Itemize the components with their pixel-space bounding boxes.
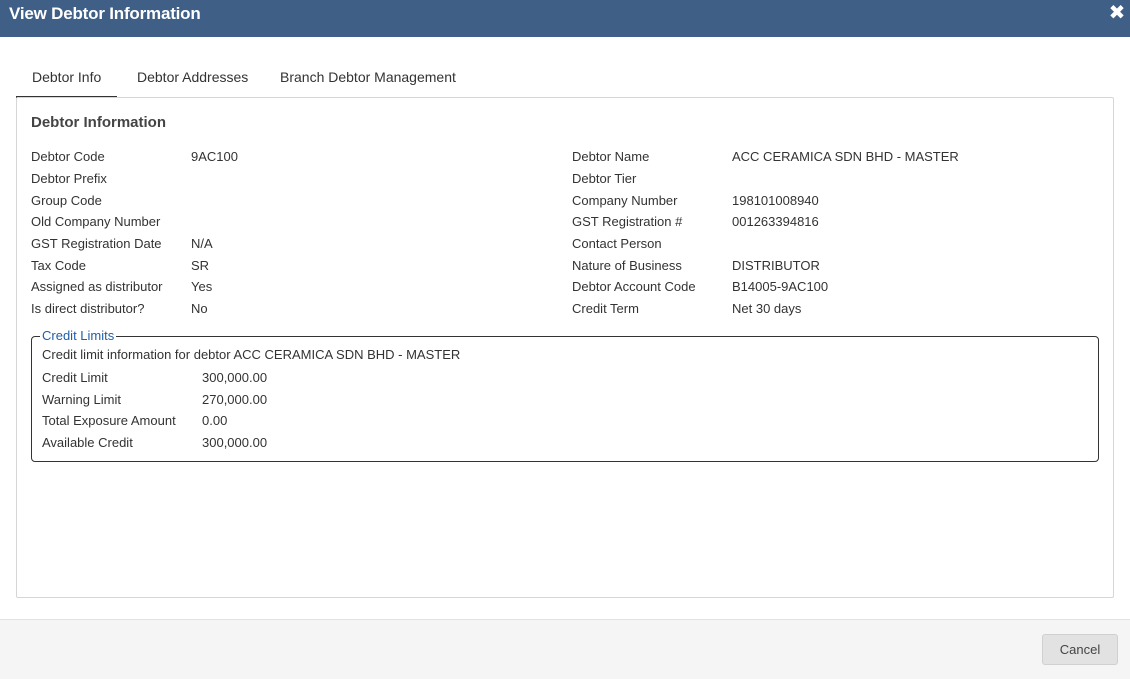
field-label-assigned-as-distributor: Assigned as distributor <box>31 279 163 294</box>
field-label-is-direct-distributor: Is direct distributor? <box>31 301 145 316</box>
field-value-gst-registration-date: N/A <box>191 236 213 251</box>
field-value-warning-limit: 270,000.00 <box>202 392 268 407</box>
field-value-credit-limit: 300,000.00 <box>202 370 268 385</box>
dialog-footer <box>0 619 1130 679</box>
section-title: Debtor Information <box>31 114 166 131</box>
tab-debtor-info[interactable]: Debtor Info <box>16 58 118 98</box>
field-value-assigned-as-distributor: Yes <box>191 279 213 294</box>
field-label-debtor-tier: Debtor Tier <box>572 171 637 186</box>
cancel-button[interactable]: Cancel <box>1042 634 1118 665</box>
tab-debtor-addresses[interactable]: Debtor Addresses <box>121 58 264 98</box>
field-label-contact-person: Contact Person <box>572 236 662 251</box>
field-label-total-exposure-amount: Total Exposure Amount <box>42 413 176 428</box>
field-label-debtor-account-code: Debtor Account Code <box>572 279 696 294</box>
dialog-title: View Debtor Information <box>9 4 201 23</box>
field-value-company-number: 198101008940 <box>732 193 819 208</box>
field-label-credit-term: Credit Term <box>572 301 639 316</box>
tab-bar: Debtor Info Debtor Addresses Branch Debt… <box>16 58 1114 98</box>
close-icon[interactable]: ✖ <box>1106 2 1128 24</box>
field-value-debtor-code: 9AC100 <box>191 149 238 164</box>
field-value-total-exposure-amount: 0.00 <box>202 413 228 428</box>
field-value-credit-term: Net 30 days <box>732 301 802 316</box>
field-label-warning-limit: Warning Limit <box>42 392 121 407</box>
tab-branch-debtor-management[interactable]: Branch Debtor Management <box>264 58 472 98</box>
field-value-is-direct-distributor: No <box>191 301 208 316</box>
field-label-group-code: Group Code <box>31 193 102 208</box>
field-label-gst-registration-date: GST Registration Date <box>31 236 162 251</box>
field-label-debtor-name: Debtor Name <box>572 149 650 164</box>
field-label-debtor-code: Debtor Code <box>31 149 105 164</box>
field-label-credit-limit: Credit Limit <box>42 370 108 385</box>
field-value-gst-registration-number: 001263394816 <box>732 214 819 229</box>
credit-limits-legend: Credit Limits <box>40 328 117 344</box>
credit-limits-description: Credit limit information for debtor ACC … <box>42 347 461 362</box>
field-label-nature-of-business: Nature of Business <box>572 258 682 273</box>
field-value-tax-code: SR <box>191 258 210 273</box>
field-label-old-company-number: Old Company Number <box>31 214 161 229</box>
field-label-available-credit: Available Credit <box>42 435 133 450</box>
field-label-gst-registration-number: GST Registration # <box>572 214 683 229</box>
field-value-nature-of-business: DISTRIBUTOR <box>732 258 820 273</box>
field-value-debtor-account-code: B14005-9AC100 <box>732 279 829 294</box>
field-value-debtor-name: ACC CERAMICA SDN BHD - MASTER <box>732 149 959 164</box>
field-value-available-credit: 300,000.00 <box>202 435 268 450</box>
field-label-tax-code: Tax Code <box>31 258 86 273</box>
field-label-company-number: Company Number <box>572 193 678 208</box>
field-label-debtor-prefix: Debtor Prefix <box>31 171 107 186</box>
dialog-titlebar: View Debtor Information ✖ <box>0 0 1130 37</box>
